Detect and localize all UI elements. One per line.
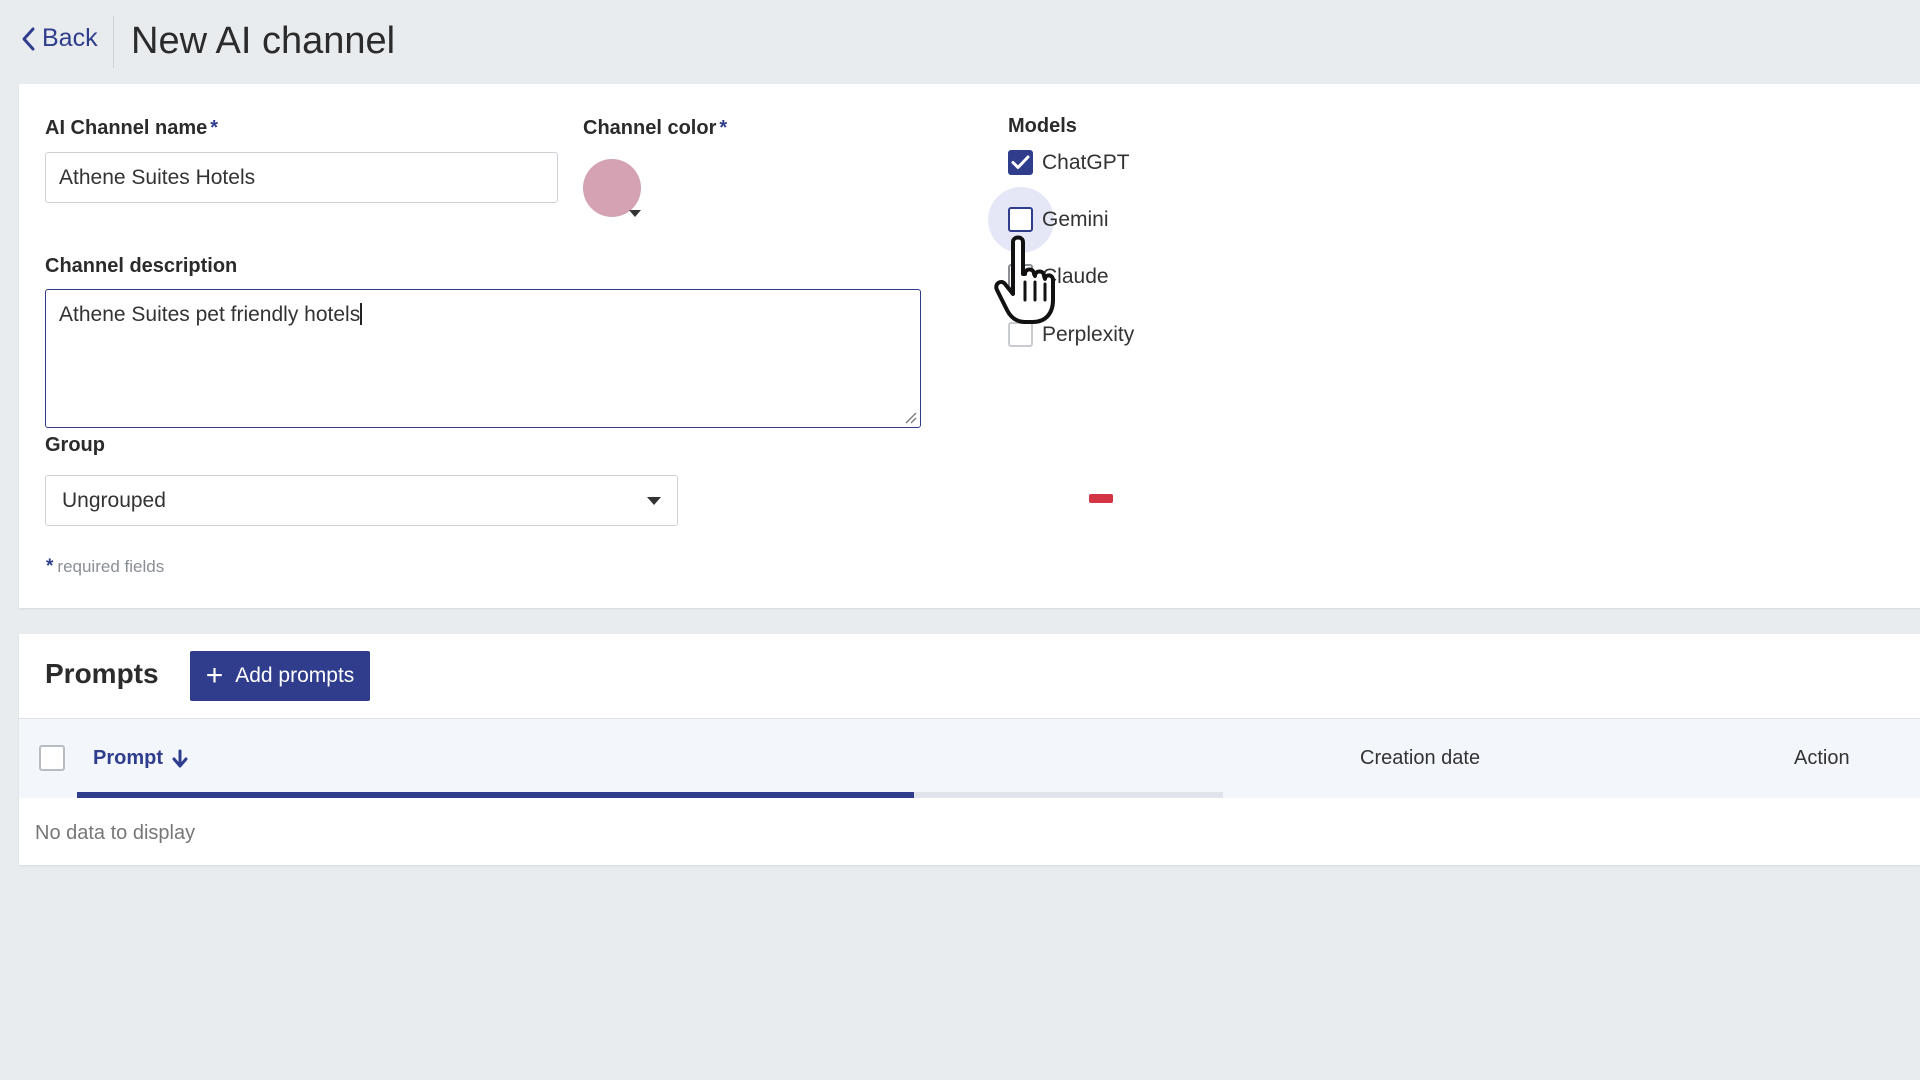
model-option-claude[interactable]: Claude	[1008, 264, 1109, 289]
sort-down-arrow-icon	[172, 749, 188, 767]
prompt-column-label: Prompt	[93, 747, 163, 769]
channel-description-label: Channel description	[45, 255, 238, 277]
plus-icon: +	[205, 659, 224, 692]
back-label: Back	[42, 24, 98, 52]
group-select-value: Ungrouped	[62, 488, 166, 512]
required-fields-note: * required fields	[46, 556, 164, 578]
channel-color-label-text: Channel color	[583, 117, 717, 139]
model-label: Claude	[1042, 264, 1109, 288]
chatgpt-checkbox[interactable]	[1008, 150, 1033, 175]
column-header-prompt[interactable]: Prompt	[93, 747, 189, 770]
add-prompts-label: Add prompts	[235, 664, 355, 687]
chevron-left-icon	[22, 27, 35, 50]
dropdown-arrow-icon	[647, 496, 661, 505]
channel-description-textarea[interactable]: Athene Suites pet friendly hotels	[45, 289, 921, 428]
required-star: *	[210, 117, 219, 139]
resize-handle-icon[interactable]	[903, 410, 917, 424]
loading-progress-bar	[77, 792, 1223, 798]
column-header-action: Action	[1794, 747, 1850, 769]
model-option-perplexity[interactable]: Perplexity	[1008, 322, 1134, 347]
add-prompts-button[interactable]: + Add prompts	[190, 651, 370, 701]
model-option-chatgpt[interactable]: ChatGPT	[1008, 150, 1130, 175]
required-note-text: required fields	[57, 557, 165, 576]
status-badge	[1089, 494, 1113, 503]
required-star: *	[719, 117, 728, 139]
prompts-table-header	[19, 718, 1920, 798]
model-label: ChatGPT	[1042, 150, 1130, 174]
loading-progress-fill	[77, 792, 914, 798]
header-divider	[113, 16, 114, 68]
model-label: Gemini	[1042, 207, 1109, 231]
back-link[interactable]: Back	[20, 24, 98, 53]
required-star: *	[46, 556, 54, 577]
empty-state-text: No data to display	[35, 822, 196, 844]
channel-name-label-text: AI Channel name	[45, 117, 208, 139]
group-label: Group	[45, 434, 105, 456]
channel-color-label: Channel color *	[583, 117, 727, 140]
select-all-checkbox[interactable]	[39, 745, 65, 771]
model-option-gemini[interactable]: Gemini	[1008, 207, 1109, 232]
channel-name-label: AI Channel name *	[45, 117, 218, 140]
gemini-checkbox[interactable]	[1008, 207, 1033, 232]
model-label: Perplexity	[1042, 322, 1135, 346]
description-text: Athene Suites pet friendly hotels	[59, 303, 361, 326]
page-title: New AI channel	[131, 20, 396, 62]
text-caret	[360, 303, 363, 325]
models-label: Models	[1008, 115, 1077, 137]
column-header-creation-date[interactable]: Creation date	[1360, 747, 1480, 770]
page-header: Back New AI channel	[0, 0, 1920, 84]
perplexity-checkbox[interactable]	[1008, 322, 1033, 347]
color-dropdown-caret-icon[interactable]	[629, 210, 641, 217]
channel-name-input[interactable]	[45, 152, 558, 203]
channel-color-swatch[interactable]	[583, 159, 641, 217]
check-icon	[1011, 155, 1030, 169]
claude-checkbox[interactable]	[1008, 264, 1033, 289]
prompts-title: Prompts	[45, 658, 159, 689]
group-select[interactable]: Ungrouped	[45, 475, 678, 526]
